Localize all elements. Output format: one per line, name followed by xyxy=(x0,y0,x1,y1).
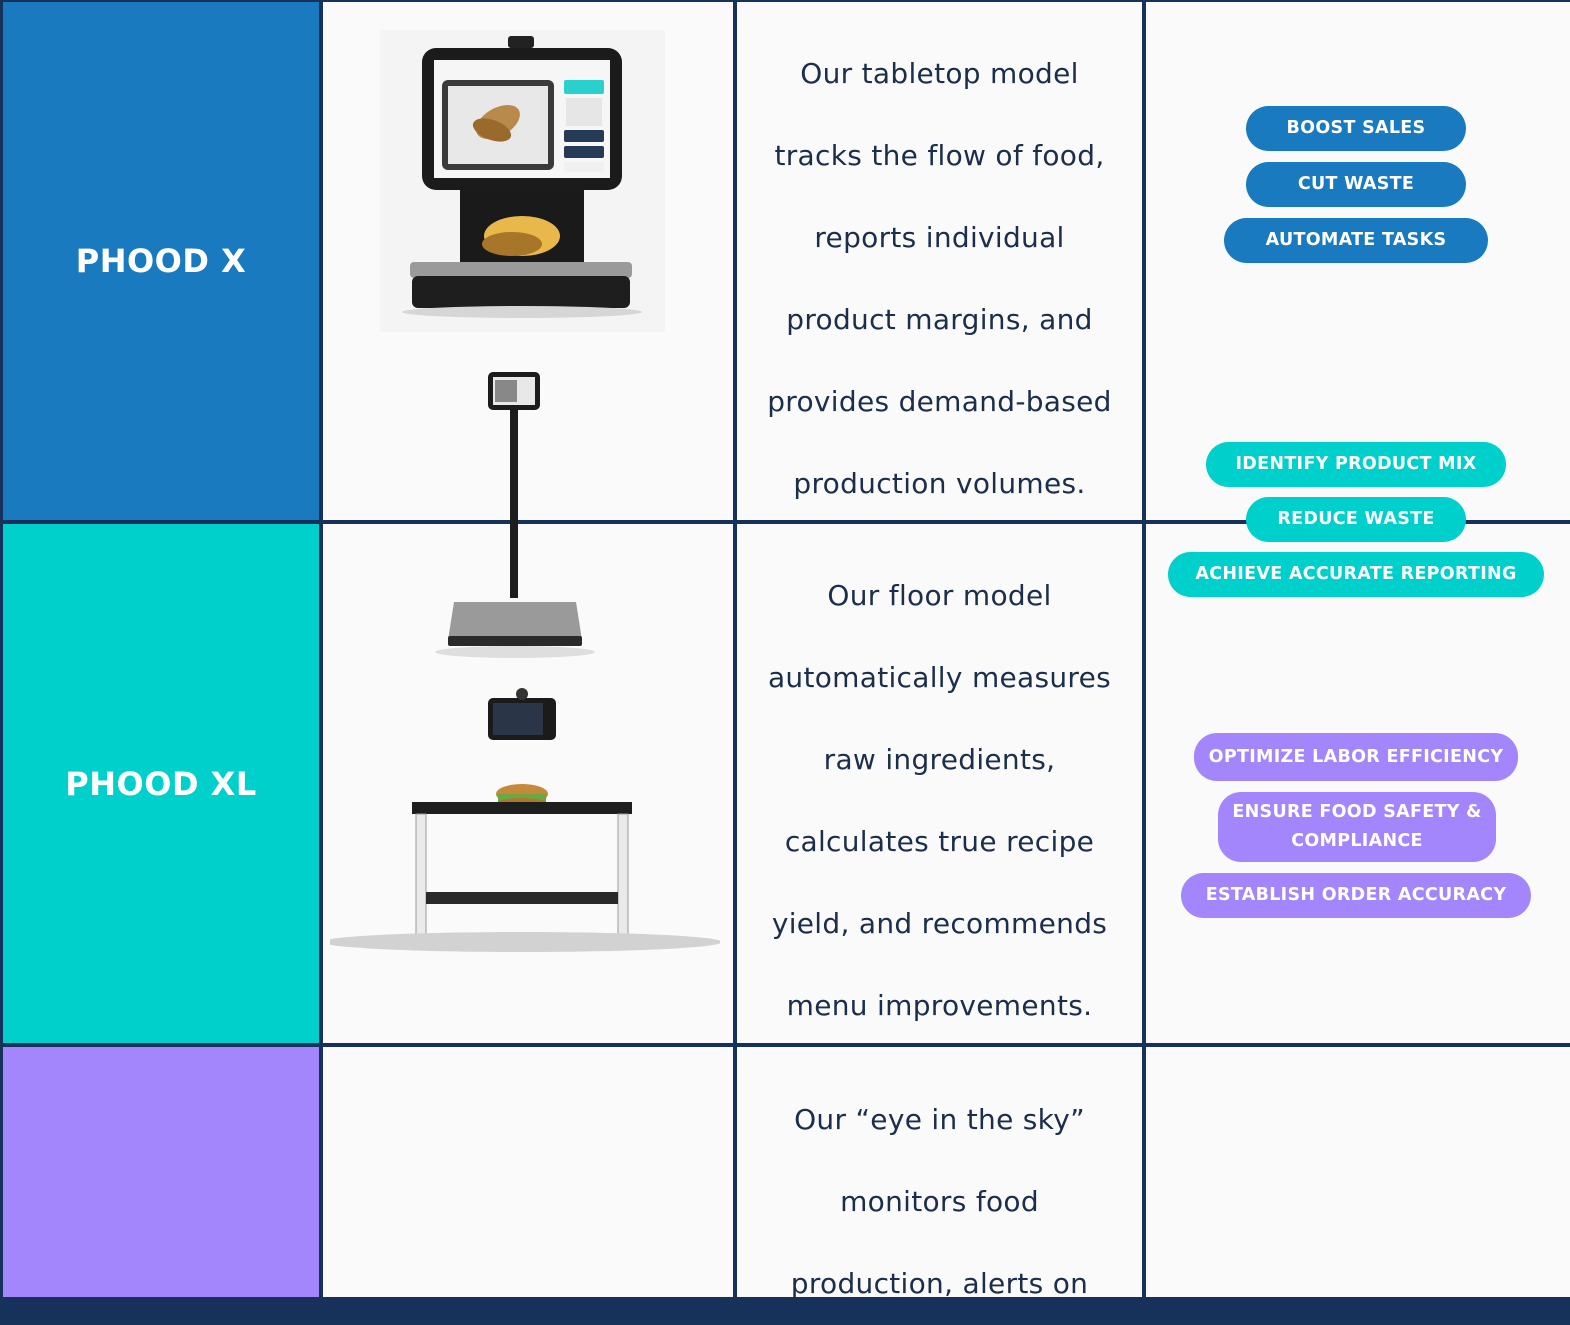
benefit-boost-sales: BOOST SALES xyxy=(1246,106,1466,151)
row-label-eye-in-the-sky xyxy=(3,1047,319,1297)
benefit-establish-order-accuracy: ESTABLISH ORDER ACCURACY xyxy=(1181,873,1531,918)
benefit-label: AUTOMATE TASKS xyxy=(1265,230,1447,250)
description-cell-phood-x: Our tabletop model tracks the flow of fo… xyxy=(737,2,1142,520)
benefit-label: IDENTIFY PRODUCT MIX xyxy=(1235,454,1477,474)
benefit-label: ESTABLISH ORDER ACCURACY xyxy=(1205,885,1507,905)
benefit-ensure-food-safety: ENSURE FOOD SAFETY & COMPLIANCE xyxy=(1218,792,1496,862)
benefit-achieve-accurate-reporting: ACHIEVE ACCURATE REPORTING xyxy=(1168,552,1544,597)
benefit-label: ACHIEVE ACCURATE REPORTING xyxy=(1195,564,1517,584)
description-line: product margins, and xyxy=(786,303,1093,336)
description-line: automatically measures xyxy=(767,661,1112,694)
description-line: production volumes. xyxy=(793,467,1086,500)
description-line: menu improvements. xyxy=(786,989,1093,1022)
description-line: Our tabletop model xyxy=(800,57,1079,90)
benefit-label: ENSURE FOOD SAFETY & COMPLIANCE xyxy=(1232,802,1482,851)
benefits-cell-eye-in-the-sky xyxy=(1146,1047,1570,1297)
benefit-identify-product-mix: IDENTIFY PRODUCT MIX xyxy=(1206,442,1506,487)
benefit-reduce-waste: REDUCE WASTE xyxy=(1246,497,1466,542)
row-label-phood-xl: PHOOD XL xyxy=(3,524,319,1043)
floor-scale-image xyxy=(435,372,595,658)
benefit-label: CUT WASTE xyxy=(1297,174,1415,194)
benefit-label: REDUCE WASTE xyxy=(1277,509,1435,529)
description-text: Our “eye in the sky” monitors food produ… xyxy=(737,1047,1142,1325)
description-cell-eye-in-the-sky: Our “eye in the sky” monitors food produ… xyxy=(737,1047,1142,1300)
product-name: PHOOD X xyxy=(75,242,247,280)
benefit-automate-tasks: AUTOMATE TASKS xyxy=(1224,218,1488,263)
product-name: PHOOD XL xyxy=(65,764,257,803)
description-line: calculates true recipe xyxy=(784,825,1095,858)
description-cell-phood-xl: Our floor model automatically measures r… xyxy=(737,524,1142,1043)
benefit-label: BOOST SALES xyxy=(1286,118,1426,138)
benefits-cell-phood-xl xyxy=(1146,524,1570,1043)
description-line: production, alerts on xyxy=(790,1267,1089,1300)
row-label-phood-x: PHOOD X xyxy=(3,2,319,520)
description-text: Our floor model automatically measures r… xyxy=(737,524,1142,1047)
tabletop-scale-image xyxy=(380,30,665,332)
description-line: Our floor model xyxy=(827,579,1052,612)
description-line: yield, and recommends xyxy=(771,907,1108,940)
description-line: provides demand-based xyxy=(767,385,1112,418)
prep-table-image xyxy=(330,688,720,952)
image-cell-eye-in-the-sky xyxy=(323,1047,733,1297)
description-line: monitors food xyxy=(840,1185,1039,1218)
description-text: Our tabletop model tracks the flow of fo… xyxy=(737,2,1142,525)
description-line: reports individual xyxy=(814,221,1065,254)
description-line: tracks the flow of food, xyxy=(774,139,1105,172)
benefit-label: OPTIMIZE LABOR EFFICIENCY xyxy=(1208,746,1504,767)
benefit-cut-waste: CUT WASTE xyxy=(1246,162,1466,207)
description-line: raw ingredients, xyxy=(823,743,1056,776)
benefit-optimize-labor-efficiency: OPTIMIZE LABOR EFFICIENCY xyxy=(1194,733,1518,781)
description-line: Our “eye in the sky” xyxy=(794,1103,1085,1136)
